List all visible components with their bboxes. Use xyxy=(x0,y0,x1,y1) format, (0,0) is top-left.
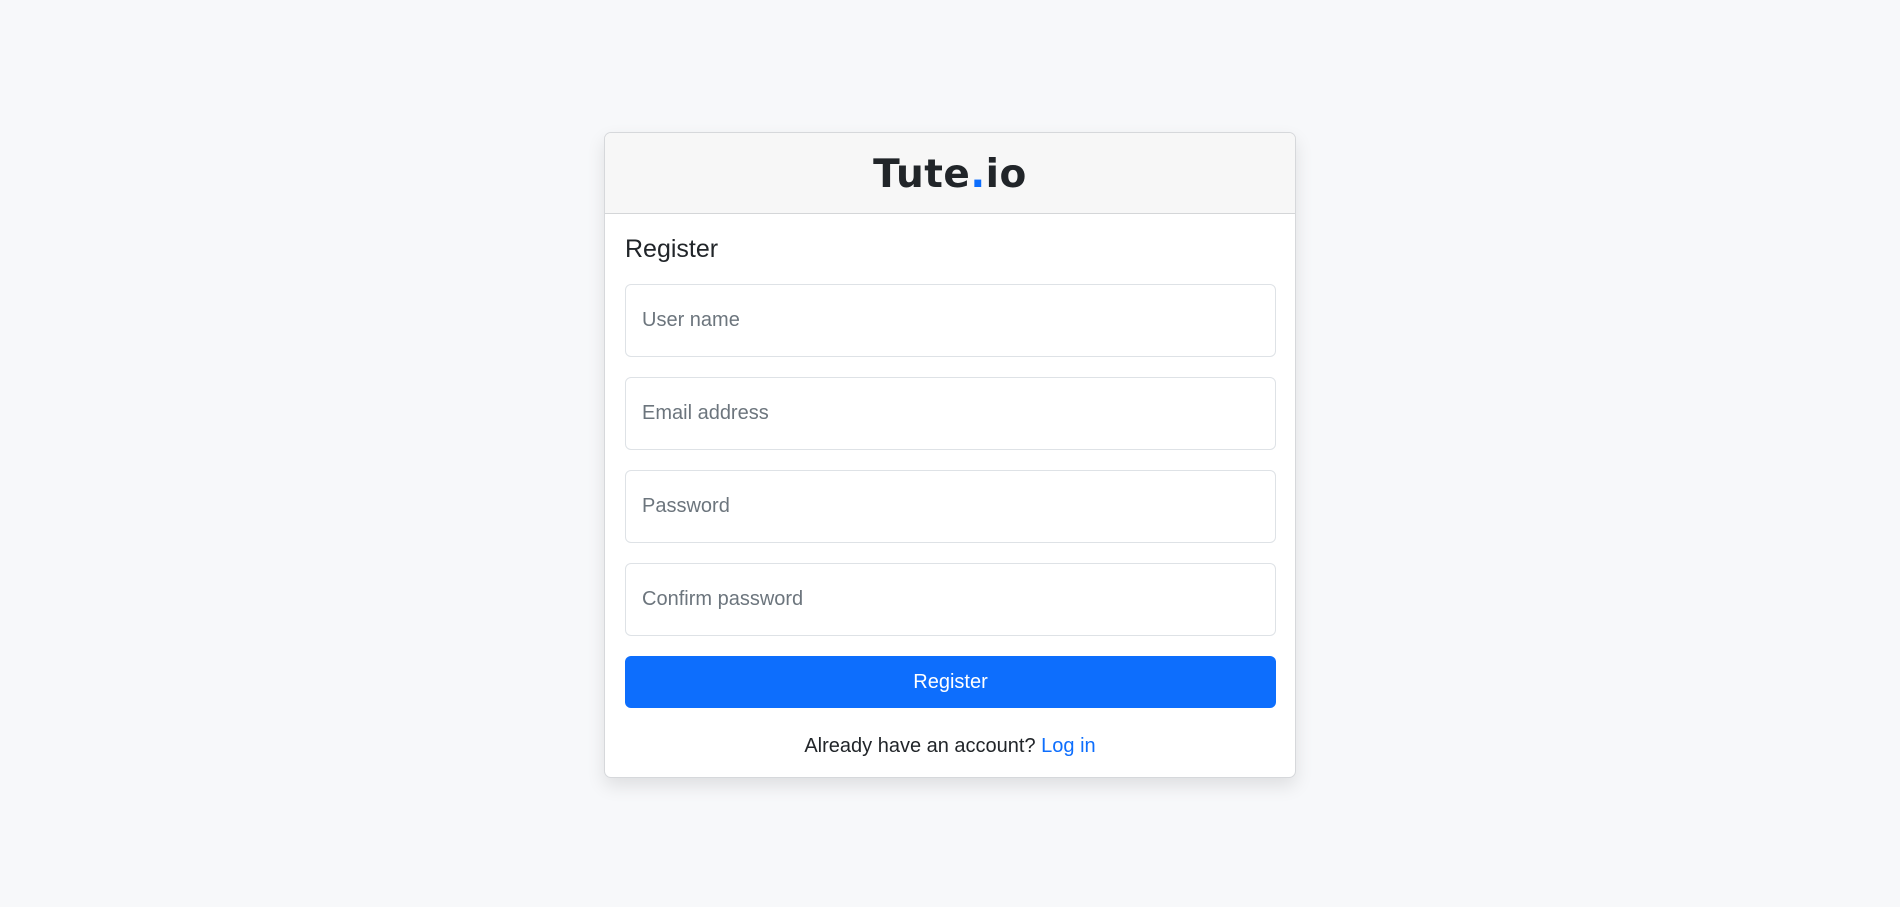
brand-name-part2: io xyxy=(985,151,1027,197)
password-input[interactable] xyxy=(625,470,1276,543)
login-prompt: Already have an account? Log in xyxy=(625,735,1275,758)
form-fields xyxy=(625,266,1276,636)
username-input[interactable] xyxy=(625,284,1276,357)
confirm-password-input[interactable] xyxy=(625,563,1276,636)
card-header: Tute. io xyxy=(605,133,1295,214)
brand-logo: Tute. io xyxy=(873,152,1027,197)
register-form: Register xyxy=(625,266,1276,708)
login-prompt-text: Already have an account? xyxy=(804,735,1036,757)
email-input[interactable] xyxy=(625,377,1276,450)
brand-dot: . xyxy=(970,151,986,197)
card-body: Register Register Already have an accoun… xyxy=(605,214,1295,758)
login-link[interactable]: Log in xyxy=(1041,735,1096,757)
register-card: Tute.io Register Register Already have a… xyxy=(604,132,1296,778)
form-title: Register xyxy=(625,235,719,263)
brand-name-part1: Tute xyxy=(873,151,971,197)
register-button[interactable]: Register xyxy=(625,656,1276,708)
